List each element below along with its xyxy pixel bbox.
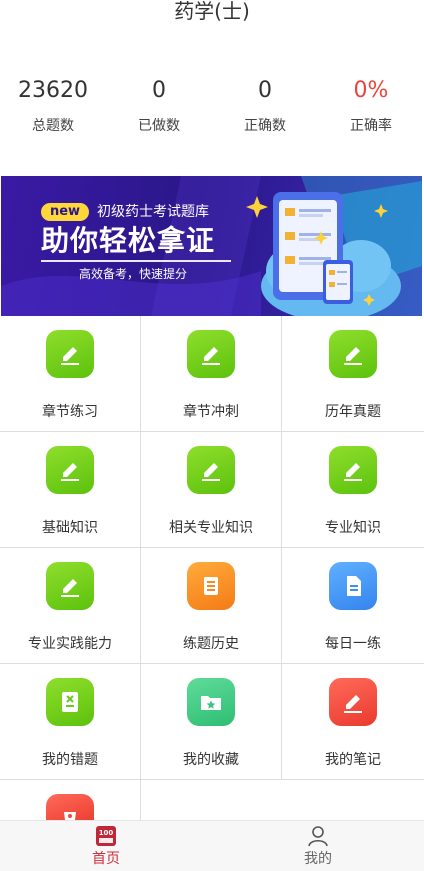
stat-accuracy-label: 正确率 xyxy=(350,118,392,134)
stat-done-label: 已做数 xyxy=(138,118,180,134)
pencil-icon xyxy=(46,562,94,610)
home-badge-text: 100 xyxy=(99,829,114,837)
stat-accuracy: 0% 正确率 xyxy=(318,76,424,136)
stat-total-value: 23620 xyxy=(18,78,88,103)
person-icon xyxy=(308,826,328,847)
pencil-icon xyxy=(46,330,94,378)
grid-item-practice-ability[interactable]: 专业实践能力 xyxy=(0,548,141,663)
banner-subtitle: 初级药士考试题库 xyxy=(97,204,209,220)
pencil-icon xyxy=(187,330,235,378)
grid-row: 章节练习 章节冲刺 历年真题 xyxy=(0,316,424,432)
stat-correct-value: 0 xyxy=(258,78,272,103)
banner-headline: 助你轻松拿证 xyxy=(41,224,216,257)
pencil-icon xyxy=(46,446,94,494)
stat-total: 23620 总题数 xyxy=(0,76,106,136)
stat-correct: 0 正确数 xyxy=(212,76,318,136)
stat-correct-label: 正确数 xyxy=(244,118,286,134)
pencil-icon xyxy=(329,330,377,378)
error-book-icon xyxy=(46,678,94,726)
grid-item-notes[interactable]: 我的笔记 xyxy=(282,664,424,779)
tab-mine-label: 我的 xyxy=(304,851,332,867)
folder-star-icon xyxy=(187,678,235,726)
stat-total-label: 总题数 xyxy=(32,118,74,134)
feature-grid: 章节练习 章节冲刺 历年真题 基础知识 相关专业知识 专业知识 专业实践能力 练… xyxy=(0,316,424,826)
document-icon xyxy=(329,562,377,610)
tab-home[interactable]: 100 首页 xyxy=(0,821,212,871)
bottom-tab-bar: 100 首页 我的 xyxy=(0,820,424,871)
grid-item-chapter-sprint[interactable]: 章节冲刺 xyxy=(141,316,282,431)
book-icon xyxy=(187,562,235,610)
grid-item-label: 专业知识 xyxy=(325,520,381,536)
grid-item-chapter-practice[interactable]: 章节练习 xyxy=(0,316,141,431)
grid-item-favorites[interactable]: 我的收藏 xyxy=(141,664,282,779)
grid-item-label: 我的笔记 xyxy=(325,752,381,768)
grid-row: 基础知识 相关专业知识 专业知识 xyxy=(0,432,424,548)
grid-item-label: 相关专业知识 xyxy=(169,520,253,536)
grid-item-past-exams[interactable]: 历年真题 xyxy=(282,316,424,431)
new-badge: new xyxy=(41,203,89,221)
grid-row: 我的错题 我的收藏 我的笔记 xyxy=(0,664,424,780)
grid-item-practice-history[interactable]: 练题历史 xyxy=(141,548,282,663)
home-100-icon: 100 xyxy=(96,826,116,846)
grid-item-professional-knowledge[interactable]: 专业知识 xyxy=(282,432,424,547)
grid-item-related-knowledge[interactable]: 相关专业知识 xyxy=(141,432,282,547)
note-pencil-icon xyxy=(329,678,377,726)
grid-item-label: 专业实践能力 xyxy=(28,636,112,652)
stats-bar: 23620 总题数 0 已做数 0 正确数 0% 正确率 xyxy=(0,76,424,136)
grid-item-label: 每日一练 xyxy=(325,636,381,652)
tab-home-label: 首页 xyxy=(92,851,120,867)
pencil-icon xyxy=(329,446,377,494)
page-title: 药学(士) xyxy=(174,0,250,23)
grid-item-label: 我的错题 xyxy=(42,752,98,768)
grid-item-label: 基础知识 xyxy=(42,520,98,536)
promo-banner[interactable]: new 初级药士考试题库 助你轻松拿证 高效备考，快速提分 xyxy=(1,176,422,316)
stat-done-value: 0 xyxy=(152,78,166,103)
grid-item-label: 我的收藏 xyxy=(183,752,239,768)
grid-item-label: 练题历史 xyxy=(183,636,239,652)
banner-tagline: 高效备考，快速提分 xyxy=(79,267,188,281)
grid-item-wrong-questions[interactable]: 我的错题 xyxy=(0,664,141,779)
pencil-icon xyxy=(187,446,235,494)
tab-mine[interactable]: 我的 xyxy=(212,821,424,871)
grid-item-basic-knowledge[interactable]: 基础知识 xyxy=(0,432,141,547)
grid-item-label: 章节冲刺 xyxy=(183,404,239,420)
grid-item-daily-practice[interactable]: 每日一练 xyxy=(282,548,424,663)
stat-accuracy-value: 0% xyxy=(353,78,389,103)
app-header: 药学(士) xyxy=(0,0,424,28)
grid-item-label: 章节练习 xyxy=(42,404,98,420)
stat-done: 0 已做数 xyxy=(106,76,212,136)
grid-item-label: 历年真题 xyxy=(325,404,381,420)
grid-row: 专业实践能力 练题历史 每日一练 xyxy=(0,548,424,664)
